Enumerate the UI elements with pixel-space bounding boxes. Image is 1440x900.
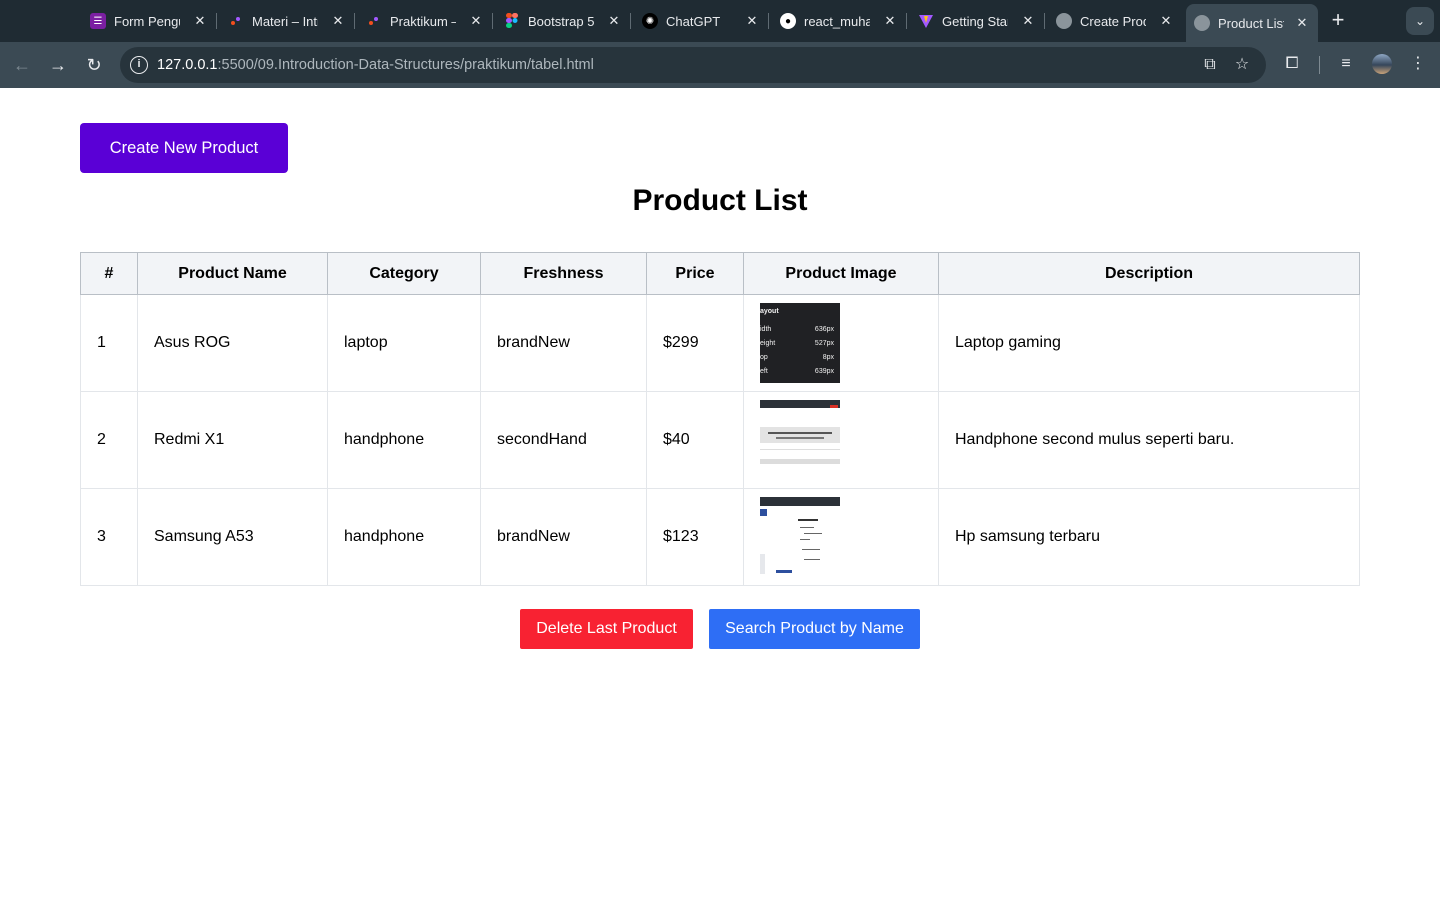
column-header: Price (646, 252, 744, 295)
table-row: 1 Asus ROG laptop brandNew $299 ayout id… (80, 294, 1360, 392)
product-image (760, 497, 840, 577)
browser-tab[interactable]: Bootstrap 5 ✕ (504, 6, 622, 36)
product-table: # Product Name Category Freshness Price … (80, 252, 1360, 586)
product-category: handphone (327, 391, 481, 489)
browser-tab-active[interactable]: Product List ✕ (1186, 4, 1318, 42)
column-header: Product Name (137, 252, 328, 295)
close-icon[interactable]: ✕ (1294, 15, 1310, 31)
column-header: Freshness (480, 252, 647, 295)
column-header: Product Image (743, 252, 939, 295)
chatgpt-icon: ✺ (642, 13, 658, 29)
product-price: $299 (646, 294, 744, 392)
translate-icon[interactable]: ⧉ (1200, 55, 1220, 75)
info-icon[interactable]: i (130, 56, 148, 74)
row-number: 2 (80, 391, 138, 489)
product-image-cell (743, 391, 939, 489)
profile-avatar[interactable] (1372, 54, 1392, 74)
vite-icon (918, 13, 934, 29)
close-icon[interactable]: ✕ (882, 13, 898, 29)
product-category: laptop (327, 294, 481, 392)
product-price: $40 (646, 391, 744, 489)
globe-icon (1194, 15, 1210, 31)
product-name: Redmi X1 (137, 391, 328, 489)
browser-tab[interactable]: Materi – Intr ✕ (228, 6, 346, 36)
browser-tab-bar: ☰ Form Pengu ✕ Materi – Intr ✕ Praktikum… (0, 0, 1440, 42)
product-price: $123 (646, 488, 744, 586)
table-header-row: # Product Name Category Freshness Price … (80, 252, 1360, 295)
close-icon[interactable]: ✕ (606, 13, 622, 29)
media-control-icon[interactable]: ≡ (1335, 53, 1357, 75)
product-name: Samsung A53 (137, 488, 328, 586)
create-new-product-button[interactable]: Create New Product (80, 123, 288, 173)
close-icon[interactable]: ✕ (744, 13, 760, 29)
address-bar[interactable]: i 127.0.0.1:5500/09.Introduction-Data-St… (120, 47, 1266, 83)
product-freshness: secondHand (480, 391, 647, 489)
column-header: # (80, 252, 138, 295)
browser-tab[interactable]: Praktikum – ✕ (366, 6, 484, 36)
extensions-icon[interactable]: ⧠ (1281, 53, 1303, 75)
product-image-cell: ayout idth 636px eight 527px op 8px eft 639p… (743, 294, 939, 392)
column-header: Category (327, 252, 481, 295)
search-product-button[interactable]: Search Product by Name (709, 609, 920, 649)
close-icon[interactable]: ✕ (330, 13, 346, 29)
globe-icon (1056, 13, 1072, 29)
product-description: Handphone second mulus seperti baru. (938, 391, 1360, 489)
row-number: 1 (80, 294, 138, 392)
figma-icon (504, 13, 520, 29)
chevron-down-icon[interactable]: ⌄ (1406, 7, 1434, 35)
browser-tab[interactable]: Create Prod ✕ (1056, 6, 1174, 36)
figma-slides-icon (366, 13, 382, 29)
product-name: Asus ROG (137, 294, 328, 392)
browser-tab[interactable]: Getting Star ✕ (918, 6, 1036, 36)
url-text: 127.0.0.1:5500/09.Introduction-Data-Stru… (157, 57, 594, 73)
product-category: handphone (327, 488, 481, 586)
product-description: Hp samsung terbaru (938, 488, 1360, 586)
menu-icon[interactable]: ⋮ (1407, 53, 1429, 75)
product-freshness: brandNew (480, 294, 647, 392)
forms-icon: ☰ (90, 13, 106, 29)
figma-slides-icon (228, 13, 244, 29)
product-freshness: brandNew (480, 488, 647, 586)
close-icon[interactable]: ✕ (468, 13, 484, 29)
reload-icon[interactable]: ↻ (81, 52, 107, 78)
back-icon[interactable]: ← (9, 52, 35, 78)
row-number: 3 (80, 488, 138, 586)
table-row: 2 Redmi X1 handphone secondHand $40 Hand… (80, 391, 1360, 489)
browser-toolbar: ← → ↻ i 127.0.0.1:5500/09.Introduction-D… (0, 42, 1440, 88)
page-content: Create New Product Product List # Produc… (0, 88, 1440, 900)
browser-tab[interactable]: ✺ ChatGPT ✕ (642, 6, 760, 36)
close-icon[interactable]: ✕ (1020, 13, 1036, 29)
new-tab-icon[interactable]: + (1326, 8, 1350, 32)
product-image: ayout idth 636px eight 527px op 8px eft 639p… (760, 303, 840, 383)
forward-icon[interactable]: → (45, 52, 71, 78)
close-icon[interactable]: ✕ (192, 13, 208, 29)
product-image-cell (743, 488, 939, 586)
column-header: Description (938, 252, 1360, 295)
delete-last-product-button[interactable]: Delete Last Product (520, 609, 693, 649)
product-description: Laptop gaming (938, 294, 1360, 392)
github-icon: ● (780, 13, 796, 29)
close-icon[interactable]: ✕ (1158, 13, 1174, 29)
page-title: Product List (632, 184, 808, 217)
table-row: 3 Samsung A53 handphone brandNew $123 Hp… (80, 488, 1360, 586)
star-icon[interactable]: ☆ (1232, 55, 1252, 75)
browser-tab[interactable]: ☰ Form Pengu ✕ (90, 6, 208, 36)
browser-tab[interactable]: ● react_muha ✕ (780, 6, 898, 36)
product-image (760, 400, 840, 480)
